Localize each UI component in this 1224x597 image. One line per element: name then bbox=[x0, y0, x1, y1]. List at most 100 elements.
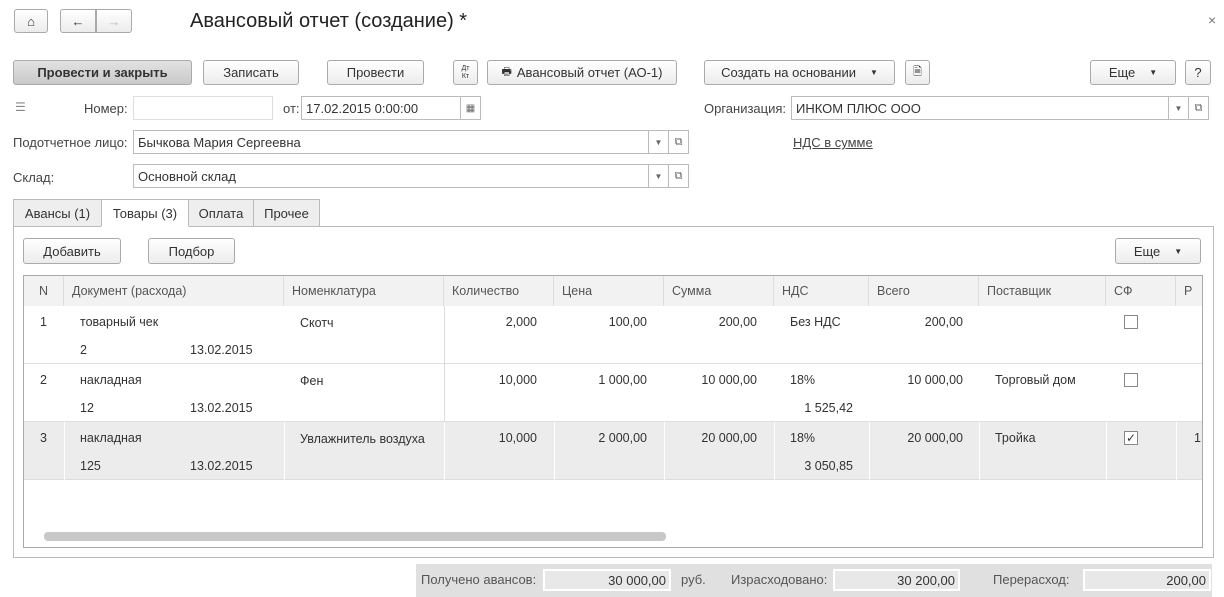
cell-sum: 10 000,00 bbox=[701, 373, 757, 387]
cell-price: 1 000,00 bbox=[598, 373, 647, 387]
tab-other[interactable]: Прочее bbox=[253, 199, 320, 227]
print-button[interactable]: 🖶 Авансовый отчет (АО-1) bbox=[487, 60, 677, 85]
goods-table: N Документ (расхода) Номенклатура Количеств… bbox=[23, 275, 1203, 548]
save-button[interactable]: Записать bbox=[203, 60, 299, 85]
column-header-sum[interactable]: Сумма bbox=[664, 276, 774, 306]
received-label: Получено авансов: bbox=[421, 572, 537, 587]
cell-doc: накладная bbox=[80, 373, 142, 387]
spent-label: Израсходовано: bbox=[731, 572, 828, 587]
invoice-checkbox[interactable] bbox=[1124, 315, 1138, 329]
cell-r: 1 bbox=[1194, 431, 1201, 445]
person-label: Подотчетное лицо: bbox=[13, 135, 128, 150]
cell-doc: накладная bbox=[80, 431, 142, 445]
org-open-icon[interactable]: ⧉ bbox=[1189, 96, 1209, 120]
column-header-total[interactable]: Всего bbox=[869, 276, 979, 306]
cell-total: 10 000,00 bbox=[907, 373, 963, 387]
date-label: от: bbox=[283, 101, 300, 116]
create-based-on-button[interactable]: Создать на основании ▼ bbox=[704, 60, 895, 85]
cell-n: 1 bbox=[40, 315, 47, 329]
invoice-checkbox[interactable] bbox=[1124, 373, 1138, 387]
cell-sum: 20 000,00 bbox=[701, 431, 757, 445]
column-header-doc[interactable]: Документ (расхода) bbox=[64, 276, 284, 306]
number-input[interactable] bbox=[133, 96, 273, 120]
table-more-button[interactable]: Еще ▼ bbox=[1115, 238, 1201, 264]
column-header-n[interactable]: N bbox=[24, 276, 64, 306]
org-input[interactable]: ИНКОМ ПЛЮС ООО bbox=[791, 96, 1169, 120]
cell-vat-rate: Без НДС bbox=[790, 315, 841, 329]
home-icon: ⌂ bbox=[27, 13, 35, 29]
printer-icon: 🖶 bbox=[501, 66, 512, 78]
cell-doc-date: 13.02.2015 bbox=[190, 401, 253, 415]
chevron-down-icon: ▼ bbox=[1174, 246, 1183, 256]
org-label: Организация: bbox=[704, 101, 787, 116]
cell-sum: 200,00 bbox=[718, 315, 757, 329]
cell-n: 3 bbox=[40, 431, 47, 445]
pick-button[interactable]: Подбор bbox=[148, 238, 235, 264]
cell-vat-rate: 18% bbox=[790, 431, 816, 445]
warehouse-dropdown-icon[interactable]: ▼ bbox=[649, 164, 669, 188]
column-header-item[interactable]: Номенклатура bbox=[284, 276, 444, 306]
cell-supplier: Тройка bbox=[995, 431, 1036, 445]
cell-doc-no: 12 bbox=[80, 401, 94, 415]
cell-price: 100,00 bbox=[608, 315, 647, 329]
tab-advances[interactable]: Авансы (1) bbox=[13, 199, 102, 227]
post-button[interactable]: Провести bbox=[327, 60, 424, 85]
document-icon: 🗎 bbox=[913, 66, 922, 78]
calendar-icon[interactable]: ▦ bbox=[461, 96, 481, 120]
tab-goods[interactable]: Товары (3) bbox=[101, 199, 189, 227]
cell-item: Увлажнитель воздуха bbox=[300, 432, 425, 446]
org-dropdown-icon[interactable]: ▼ bbox=[1169, 96, 1189, 120]
dt-kt-button[interactable]: Дт Кт bbox=[453, 60, 478, 85]
more-label: Еще bbox=[1108, 65, 1136, 80]
print-label: Авансовый отчет (АО-1) bbox=[516, 65, 663, 80]
currency-label: руб. bbox=[681, 572, 706, 587]
arrow-left-icon: ← bbox=[71, 13, 85, 29]
home-button[interactable]: ⌂ bbox=[14, 9, 48, 33]
close-icon[interactable]: × bbox=[1208, 12, 1216, 28]
divider bbox=[284, 422, 285, 480]
create-based-label: Создать на основании bbox=[721, 65, 856, 80]
warehouse-open-icon[interactable]: ⧉ bbox=[669, 164, 689, 188]
person-open-icon[interactable]: ⧉ bbox=[669, 130, 689, 154]
help-button[interactable]: ? bbox=[1185, 60, 1211, 85]
person-dropdown-icon[interactable]: ▼ bbox=[649, 130, 669, 154]
column-header-qty[interactable]: Количество bbox=[444, 276, 554, 306]
divider bbox=[1176, 422, 1177, 480]
cell-vat-sum: 3 050,85 bbox=[804, 459, 853, 473]
cell-doc: товарный чек bbox=[80, 315, 159, 329]
warehouse-input[interactable]: Основной склад bbox=[133, 164, 649, 188]
column-header-r[interactable]: Р bbox=[1176, 276, 1202, 306]
cell-qty: 10,000 bbox=[498, 373, 537, 387]
column-header-vat[interactable]: НДС bbox=[774, 276, 869, 306]
forward-button[interactable]: → bbox=[96, 9, 132, 33]
cell-qty: 2,000 bbox=[505, 315, 537, 329]
chevron-down-icon: ▼ bbox=[869, 68, 878, 77]
tab-payment[interactable]: Оплата bbox=[188, 199, 254, 227]
overspent-value: 200,00 bbox=[1083, 569, 1211, 591]
cell-doc-no: 2 bbox=[80, 343, 87, 357]
person-input[interactable]: Бычкова Мария Сергеевна bbox=[133, 130, 649, 154]
table-more-label: Еще bbox=[1133, 243, 1161, 259]
add-button[interactable]: Добавить bbox=[23, 238, 121, 264]
cell-doc-date: 13.02.2015 bbox=[190, 343, 253, 357]
column-header-price[interactable]: Цена bbox=[554, 276, 664, 306]
report-button[interactable]: 🗎 bbox=[905, 60, 930, 85]
dt-kt-icon: Дт Кт bbox=[461, 64, 470, 80]
cell-qty: 10,000 bbox=[498, 431, 537, 445]
cell-vat-sum: 1 525,42 bbox=[804, 401, 853, 415]
spent-value: 30 200,00 bbox=[833, 569, 960, 591]
divider bbox=[1106, 422, 1107, 480]
more-button[interactable]: Еще ▼ bbox=[1090, 60, 1176, 85]
date-input[interactable]: 17.02.2015 0:00:00 bbox=[301, 96, 461, 120]
invoice-checkbox[interactable]: ✓ bbox=[1124, 431, 1138, 445]
back-button[interactable]: ← bbox=[60, 9, 96, 33]
post-and-close-button[interactable]: Провести и закрыть bbox=[13, 60, 192, 85]
horizontal-scrollbar[interactable] bbox=[44, 532, 666, 541]
vat-link[interactable]: НДС в сумме bbox=[793, 135, 873, 150]
column-header-supplier[interactable]: Поставщик bbox=[979, 276, 1106, 306]
cell-vat-rate: 18% bbox=[790, 373, 816, 387]
chevron-down-icon: ▼ bbox=[1149, 68, 1158, 77]
column-header-sf[interactable]: СФ bbox=[1106, 276, 1176, 306]
cell-item: Скотч bbox=[300, 316, 334, 330]
page-title: Авансовый отчет (создание) * bbox=[190, 10, 468, 32]
